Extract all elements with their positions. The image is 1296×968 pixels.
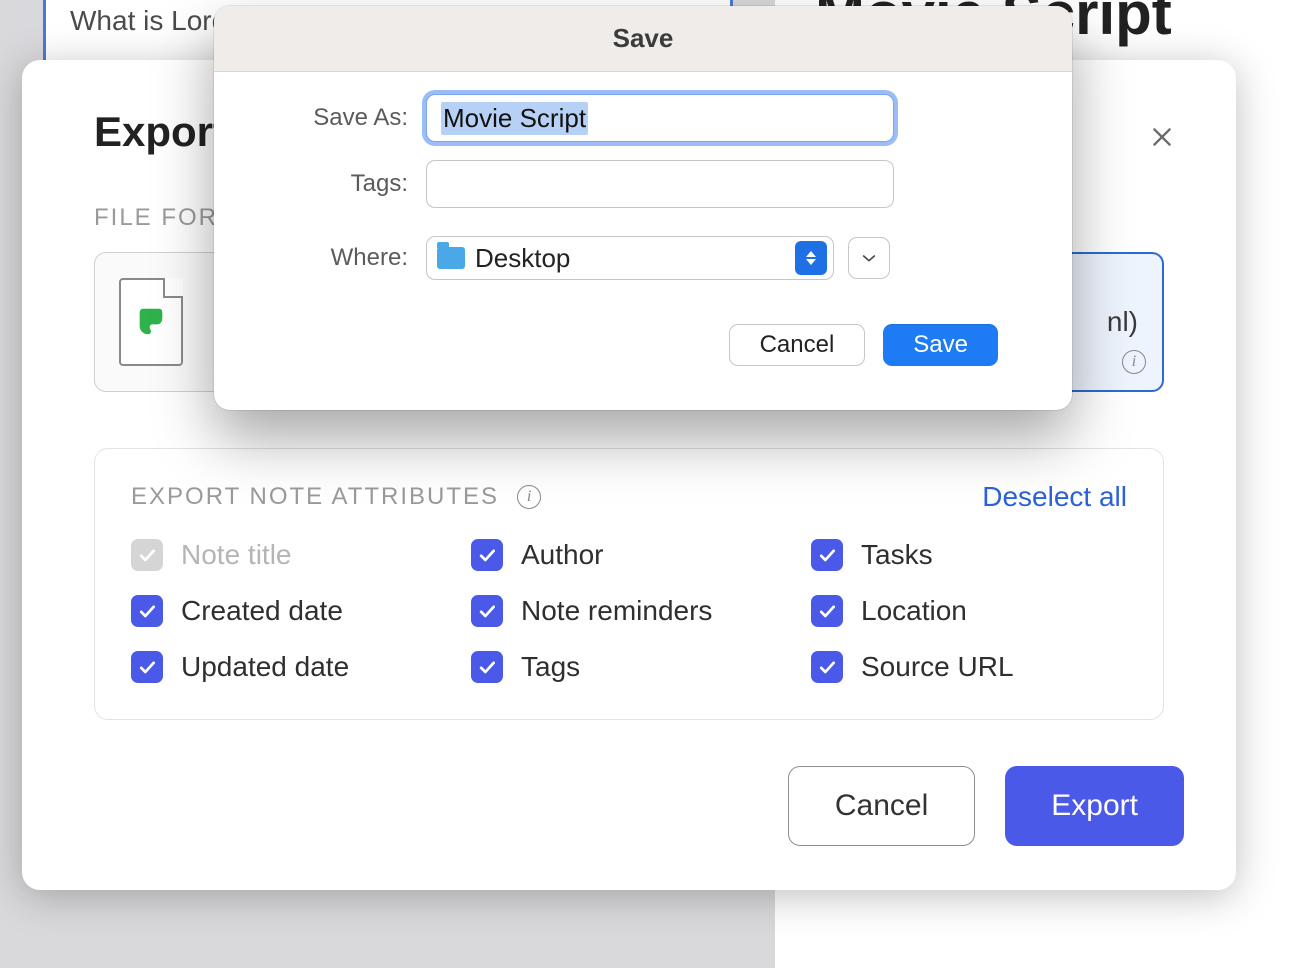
file-format-html-label: nl) (1107, 306, 1138, 338)
checkbox-label: Author (521, 539, 604, 571)
export-button[interactable]: Export (1005, 766, 1184, 846)
info-icon[interactable]: i (517, 485, 541, 509)
checkbox-icon (811, 539, 843, 571)
attributes-label: EXPORT NOTE ATTRIBUTES (131, 483, 499, 511)
checkbox-source-url[interactable]: Source URL (811, 651, 1127, 683)
checkbox-icon (811, 595, 843, 627)
attributes-grid: Note title Author Tasks Created date Not… (131, 539, 1127, 683)
close-button[interactable] (1144, 120, 1180, 156)
cancel-button[interactable]: Cancel (788, 766, 975, 846)
save-as-value: Movie Script (441, 102, 588, 135)
evernote-icon (134, 302, 168, 345)
file-icon (119, 278, 183, 366)
checkbox-tags[interactable]: Tags (471, 651, 787, 683)
checkbox-icon (471, 539, 503, 571)
checkbox-updated-date[interactable]: Updated date (131, 651, 447, 683)
checkbox-icon (811, 651, 843, 683)
checkbox-note-title: Note title (131, 539, 447, 571)
checkbox-icon (471, 651, 503, 683)
checkbox-icon (131, 539, 163, 571)
tags-input[interactable] (426, 160, 894, 208)
checkbox-icon (131, 595, 163, 627)
checkbox-location[interactable]: Location (811, 595, 1127, 627)
checkbox-icon (131, 651, 163, 683)
checkbox-icon (471, 595, 503, 627)
checkbox-note-reminders[interactable]: Note reminders (471, 595, 787, 627)
where-label: Where: (284, 244, 408, 272)
save-cancel-button[interactable]: Cancel (729, 324, 866, 366)
where-value: Desktop (475, 243, 785, 274)
where-select[interactable]: Desktop (426, 236, 834, 280)
checkbox-label: Source URL (861, 651, 1014, 683)
save-sheet-title: Save (613, 23, 674, 54)
chevron-down-icon (861, 251, 877, 266)
save-as-input[interactable]: Movie Script (426, 94, 894, 142)
save-as-label: Save As: (284, 104, 408, 132)
checkbox-label: Note title (181, 539, 292, 571)
updown-icon (795, 241, 827, 275)
checkbox-author[interactable]: Author (471, 539, 787, 571)
checkbox-label: Updated date (181, 651, 349, 683)
checkbox-label: Tags (521, 651, 580, 683)
checkbox-label: Location (861, 595, 967, 627)
checkbox-tasks[interactable]: Tasks (811, 539, 1127, 571)
save-sheet: Save Save As: Movie Script Tags: Where: … (214, 6, 1072, 410)
save-sheet-titlebar: Save (214, 6, 1072, 72)
deselect-all-link[interactable]: Deselect all (982, 481, 1127, 513)
save-confirm-button[interactable]: Save (883, 324, 998, 366)
checkbox-label: Note reminders (521, 595, 712, 627)
checkbox-label: Tasks (861, 539, 933, 571)
folder-icon (437, 247, 465, 269)
close-icon (1149, 117, 1175, 159)
tags-label: Tags: (284, 170, 408, 198)
info-icon[interactable]: i (1122, 350, 1146, 374)
checkbox-label: Created date (181, 595, 343, 627)
attributes-panel: EXPORT NOTE ATTRIBUTES i Deselect all No… (94, 448, 1164, 720)
export-actions: Cancel Export (788, 766, 1184, 846)
checkbox-created-date[interactable]: Created date (131, 595, 447, 627)
expand-button[interactable] (848, 237, 890, 279)
